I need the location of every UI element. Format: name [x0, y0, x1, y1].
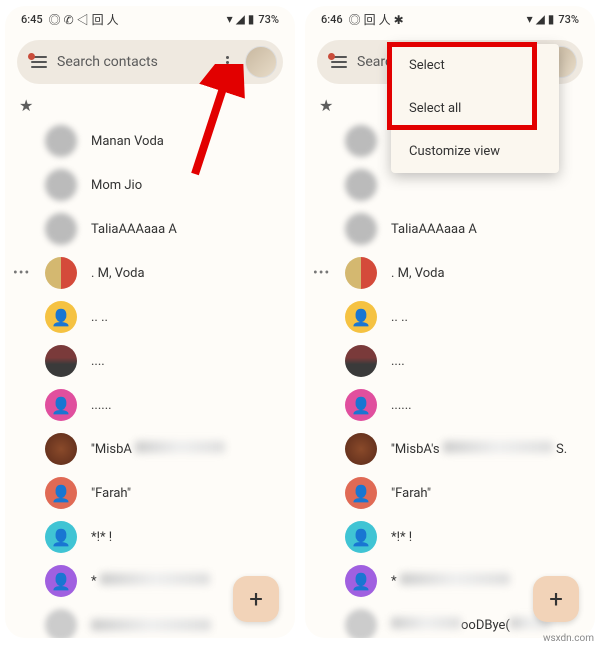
status-bar: 6:45 ◎ ✆ ◁ 回 人 ▾ ◢ ▮ 73% — [5, 6, 295, 32]
plus-icon: + — [249, 585, 263, 613]
contact-row[interactable]: ''MisbA's S. — [305, 427, 595, 471]
watermark: wsxdn.com — [543, 633, 594, 644]
section-dots-icon: ••• — [13, 265, 30, 281]
contact-row[interactable]: 👤...... — [5, 383, 295, 427]
status-bar: 6:46 ◎ 回 人 ✱ ▾ ◢ ▮ 73% — [305, 6, 595, 32]
battery-label: 73% — [258, 13, 279, 26]
search-bar[interactable]: Search contacts — [17, 40, 283, 84]
plus-icon: + — [549, 585, 563, 613]
contact-row[interactable]: •••. M, Voda — [305, 251, 595, 295]
menu-customize-view[interactable]: Customize view — [391, 130, 559, 173]
battery-label: 73% — [558, 13, 579, 26]
status-icons-left: ◎ 回 人 ✱ — [349, 11, 404, 28]
contact-row[interactable]: 👤"Farah" — [5, 471, 295, 515]
person-icon: 👤 — [45, 389, 77, 421]
contact-row[interactable]: •••. M, Voda — [5, 251, 295, 295]
contact-row[interactable]: 👤"Farah" — [305, 471, 595, 515]
search-input[interactable]: Search contacts — [57, 54, 210, 70]
section-dots-icon: ••• — [313, 265, 330, 281]
profile-avatar[interactable] — [245, 46, 277, 78]
contact-row[interactable]: Manan Voda — [5, 119, 295, 163]
phone-right: 6:46 ◎ 回 人 ✱ ▾ ◢ ▮ 73% Search c Select S… — [305, 6, 595, 638]
contact-row[interactable]: ''MisbA — [5, 427, 295, 471]
contact-row[interactable]: .... — [5, 339, 295, 383]
contact-row[interactable]: 👤.. .. — [5, 295, 295, 339]
person-icon: 👤 — [345, 521, 377, 553]
more-icon[interactable] — [220, 56, 235, 69]
contact-row[interactable]: TaliaAAAaaa A — [5, 207, 295, 251]
contact-row[interactable]: TaliaAAAaaa A — [305, 207, 595, 251]
person-icon: 👤 — [345, 477, 377, 509]
clock: 6:45 — [21, 13, 43, 26]
person-icon: 👤 — [345, 389, 377, 421]
contact-row[interactable]: .... — [305, 339, 595, 383]
person-icon: 👤 — [45, 477, 77, 509]
clock: 6:46 — [321, 13, 343, 26]
person-icon: 👤 — [45, 565, 77, 597]
status-icons-left: ◎ ✆ ◁ 回 人 — [49, 11, 119, 28]
contact-row[interactable]: 👤*!* ! — [5, 515, 295, 559]
hamburger-icon[interactable] — [31, 56, 47, 68]
overflow-menu: Select Select all Customize view — [391, 44, 559, 173]
person-icon: 👤 — [345, 565, 377, 597]
menu-select-all[interactable]: Select all — [391, 87, 559, 130]
person-icon: 👤 — [345, 301, 377, 333]
person-icon: 👤 — [45, 301, 77, 333]
add-contact-fab[interactable]: + — [233, 576, 279, 622]
phone-left: 6:45 ◎ ✆ ◁ 回 人 ▾ ◢ ▮ 73% Search contacts… — [5, 6, 295, 638]
status-icons-right: ▾ ◢ ▮ — [227, 12, 255, 26]
contact-row[interactable]: 👤...... — [305, 383, 595, 427]
contact-row[interactable]: Mom Jio — [5, 163, 295, 207]
contact-row[interactable]: 👤.. .. — [305, 295, 595, 339]
contacts-list: TaliaAAAaaa A •••. M, Voda 👤.. .. .... 👤… — [305, 119, 595, 638]
add-contact-fab[interactable]: + — [533, 576, 579, 622]
menu-select[interactable]: Select — [391, 44, 559, 87]
person-icon: 👤 — [45, 521, 77, 553]
contacts-list: Manan Voda Mom Jio TaliaAAAaaa A •••. M,… — [5, 119, 295, 638]
hamburger-icon[interactable] — [331, 56, 347, 68]
favorites-star-icon: ★ — [5, 92, 295, 119]
contact-row[interactable]: 👤*!* ! — [305, 515, 595, 559]
status-icons-right: ▾ ◢ ▮ — [527, 12, 555, 26]
